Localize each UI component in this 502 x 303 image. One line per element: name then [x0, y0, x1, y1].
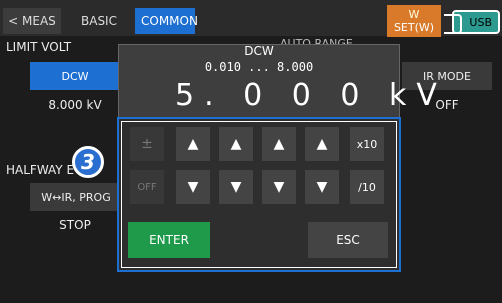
arrow-up-icon: ▲	[230, 136, 242, 152]
times-ten-key[interactable]: x10	[350, 127, 384, 161]
digit-4-up-key[interactable]: ▲	[305, 127, 339, 161]
tab-common[interactable]: COMMON	[135, 8, 198, 34]
step-number-badge: 3	[72, 146, 104, 178]
plus-minus-key[interactable]: ±	[130, 127, 164, 161]
arrow-down-icon: ▼	[230, 179, 242, 195]
tab-basic[interactable]: BASIC	[66, 8, 132, 34]
digit-1-up-key[interactable]: ▲	[176, 127, 210, 161]
digit-4-down-key[interactable]: ▼	[305, 170, 339, 204]
limit-volt-label: LIMIT VOLT	[6, 40, 72, 54]
dialog-range: 0.010 ... 8.000	[204, 60, 314, 74]
dcw-button[interactable]: DCW	[30, 62, 120, 90]
digit-1-down-key[interactable]: ▼	[176, 170, 210, 204]
usb-label: USB	[469, 15, 492, 29]
dialog-value-display: 5. 0 0 0 kV	[175, 78, 447, 113]
arrow-up-icon: ▲	[273, 136, 285, 152]
usb-icon	[444, 14, 462, 34]
dialog-title: DCW	[244, 44, 274, 58]
off-key[interactable]: OFF	[130, 170, 164, 204]
arrow-down-icon: ▼	[316, 179, 328, 195]
setw-top-label: W	[408, 8, 420, 21]
usb-indicator: USB	[444, 10, 500, 34]
digit-3-down-key[interactable]: ▼	[262, 170, 296, 204]
set-w-button[interactable]: W SET(W)	[387, 5, 441, 37]
w-ir-prog-button[interactable]: W↔IR, PROG	[30, 183, 122, 211]
digit-3-up-key[interactable]: ▲	[262, 127, 296, 161]
tab-meas[interactable]: < MEAS	[3, 8, 61, 34]
arrow-up-icon: ▲	[316, 136, 328, 152]
esc-button[interactable]: ESC	[308, 222, 388, 258]
arrow-up-icon: ▲	[187, 136, 199, 152]
arrow-down-icon: ▼	[187, 179, 199, 195]
setw-bottom-label: SET(W)	[393, 21, 435, 34]
enter-button[interactable]: ENTER	[128, 222, 210, 258]
dcw-limit-value: 8.000 kV	[48, 98, 102, 112]
arrow-down-icon: ▼	[273, 179, 285, 195]
halfway-label: HALFWAY E	[6, 163, 75, 177]
digit-2-down-key[interactable]: ▼	[219, 170, 253, 204]
digit-2-up-key[interactable]: ▲	[219, 127, 253, 161]
divide-ten-key[interactable]: /10	[350, 170, 384, 204]
w-ir-prog-value: STOP	[59, 218, 91, 232]
